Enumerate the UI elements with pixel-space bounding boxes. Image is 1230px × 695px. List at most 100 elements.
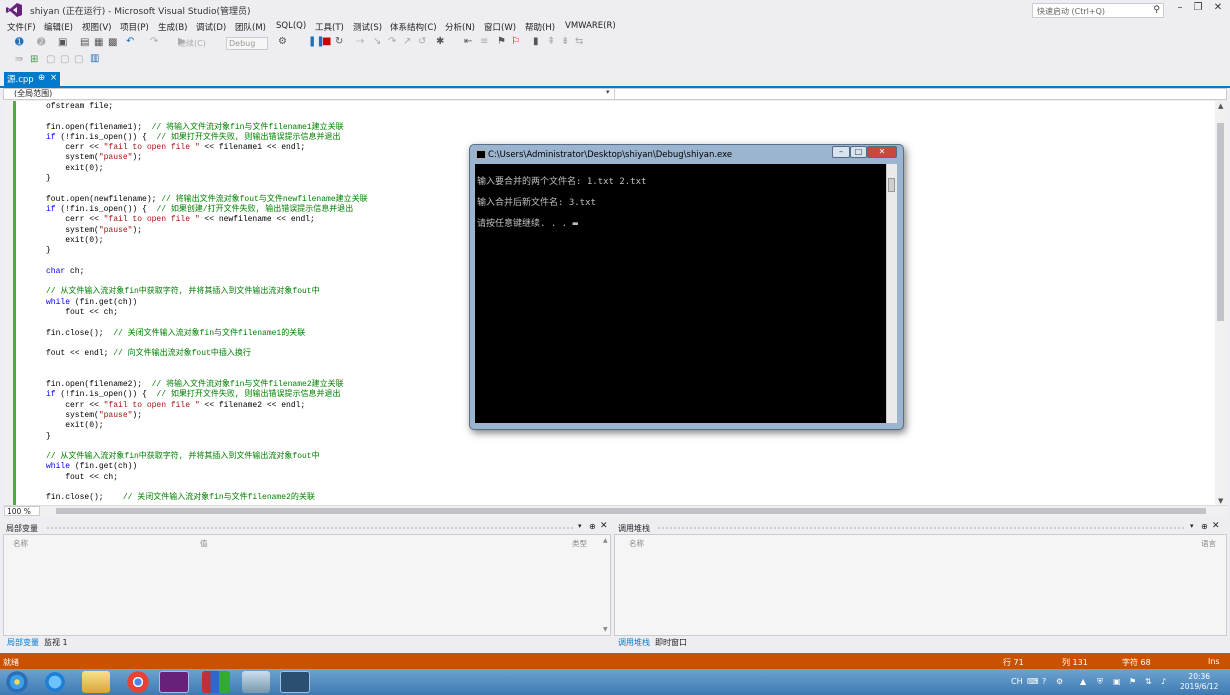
code-line[interactable]: char ch; <box>46 267 368 277</box>
callstack-dropdown-icon[interactable]: ▾ <box>1190 522 1194 530</box>
tray-settings-icon[interactable]: ⚙ <box>1056 677 1063 686</box>
locals-scroll-down-icon[interactable]: ▼ <box>603 626 608 633</box>
console-scroll-thumb[interactable] <box>888 178 895 192</box>
tab-source-cpp[interactable]: 源.cpp ⊕ × <box>4 72 60 86</box>
outline-icon[interactable]: ▢ <box>46 54 55 65</box>
outline-2-icon[interactable]: ▢ <box>60 54 69 65</box>
code-line[interactable]: fout << endl; // 向文件输出流对象fout中插入换行 <box>46 349 368 359</box>
code-line[interactable] <box>46 112 368 122</box>
code-line[interactable] <box>46 318 368 328</box>
code-line[interactable] <box>46 483 368 493</box>
security-icon[interactable]: ⛨ <box>1097 677 1103 687</box>
locals-col-type[interactable]: 类型 <box>572 538 587 549</box>
console-maximize-button[interactable]: □ <box>850 146 867 158</box>
action-center-icon[interactable]: ⚑ <box>1129 677 1136 686</box>
forward-icon[interactable]: ➋ <box>37 37 45 48</box>
code-line[interactable]: } <box>46 432 368 442</box>
chevron-down-icon[interactable]: ▾ <box>606 88 610 96</box>
clock[interactable]: 20:36 2019/6/12 <box>1180 672 1218 692</box>
menu-sql[interactable]: SQL(Q) <box>276 21 306 31</box>
menu-team[interactable]: 团队(M) <box>235 21 266 33</box>
zoom-select[interactable]: 100 % <box>4 506 40 516</box>
show-hidden-icons-icon[interactable]: ▲ <box>1080 677 1086 686</box>
code-line[interactable]: system("pause"); <box>46 226 368 236</box>
step-into-icon[interactable]: ↘ <box>373 36 381 47</box>
code-line[interactable]: fout << ch; <box>46 473 368 483</box>
maximize-button[interactable]: ❐ <box>1188 2 1208 16</box>
code-line[interactable] <box>46 442 368 452</box>
menu-window[interactable]: 窗口(W) <box>484 21 516 33</box>
editor-scroll-thumb[interactable] <box>1217 123 1224 321</box>
menu-analyze[interactable]: 分析(N) <box>445 21 475 33</box>
console-minimize-button[interactable]: – <box>832 146 850 158</box>
tab-locals[interactable]: 局部变量 <box>7 637 39 648</box>
locals-col-name[interactable]: 名称 <box>13 538 28 549</box>
minimize-button[interactable]: – <box>1170 2 1190 16</box>
code-line[interactable]: exit(0); <box>46 421 368 431</box>
bookmark-icon[interactable]: ⚑ <box>497 36 506 47</box>
code-line[interactable]: fout.open(newfilename); // 将输出文件流对象fout与… <box>46 195 368 205</box>
network-icon[interactable]: ▣ <box>1113 677 1121 686</box>
code-line[interactable]: cerr << "fail to open file " << filename… <box>46 143 368 153</box>
input-language[interactable]: CH <box>1011 677 1023 686</box>
tab-immediate-window[interactable]: 即时窗口 <box>655 637 687 648</box>
code-line[interactable] <box>46 359 368 369</box>
console-scrollbar[interactable] <box>886 164 897 423</box>
undo-icon[interactable]: ↶ <box>126 36 134 47</box>
menu-project[interactable]: 项目(P) <box>120 21 149 33</box>
locals-pin-icon[interactable]: ⊕ <box>589 522 596 531</box>
callstack-pane[interactable]: 名称 语言 <box>614 534 1227 636</box>
code-line[interactable]: exit(0); <box>46 164 368 174</box>
new-project-icon[interactable]: ▣ <box>58 37 67 48</box>
tab-call-stack[interactable]: 调用堆栈 <box>618 637 650 648</box>
step-out-icon[interactable]: ↗ <box>403 36 411 47</box>
callstack-pin-icon[interactable]: ⊕ <box>1201 522 1208 531</box>
code-line[interactable]: fin.close(); // 关闭文件输入流对象fin与文件filename1… <box>46 329 368 339</box>
code-line[interactable]: fin.open(filename1); // 将输入文件流对象fin与文件fi… <box>46 123 368 133</box>
code-line[interactable]: fin.close(); // 关闭文件输入流对象fin与文件filename2… <box>46 493 368 503</box>
columns-icon[interactable]: ▥ <box>90 53 99 64</box>
locals-scroll-up-icon[interactable]: ▲ <box>603 537 608 544</box>
code-text[interactable]: ofstream file; fin.open(filename1); // 将… <box>46 102 368 504</box>
code-line[interactable]: fin.open(filename2); // 将输入文件流对象fin与文件fi… <box>46 380 368 390</box>
code-line[interactable] <box>46 370 368 380</box>
code-line[interactable]: } <box>46 174 368 184</box>
code-line[interactable] <box>46 277 368 287</box>
code-line[interactable]: if (!fin.is_open()) { // 如果打开文件失败, 则输出错误… <box>46 390 368 400</box>
hex-icon[interactable]: ↺ <box>418 36 426 47</box>
menu-view[interactable]: 视图(V) <box>82 21 111 33</box>
toggle-bookmark-icon[interactable]: ▮ <box>533 36 539 47</box>
chrome-icon[interactable] <box>124 671 152 693</box>
help-icon[interactable]: ? <box>1042 677 1046 686</box>
code-line[interactable]: cerr << "fail to open file " << newfilen… <box>46 215 368 225</box>
code-line[interactable] <box>46 256 368 266</box>
notepad-icon[interactable] <box>242 671 270 693</box>
code-line[interactable] <box>46 184 368 194</box>
locals-col-value[interactable]: 值 <box>200 538 208 549</box>
code-line[interactable]: } <box>46 246 368 256</box>
menu-debug[interactable]: 调试(D) <box>196 21 226 33</box>
run-to-cursor-icon[interactable]: ⇛ <box>15 54 23 65</box>
menu-test[interactable]: 测试(S) <box>353 21 382 33</box>
code-line[interactable]: fout << ch; <box>46 308 368 318</box>
code-line[interactable]: exit(0); <box>46 236 368 246</box>
show-next-statement-icon[interactable]: ⇢ <box>356 36 364 47</box>
clear-bookmarks-icon[interactable]: ⇆ <box>575 36 583 47</box>
console-taskbar-icon[interactable] <box>280 671 310 693</box>
tab-close-icon[interactable]: × <box>50 73 57 83</box>
code-line[interactable]: while (fin.get(ch)) <box>46 462 368 472</box>
locals-pane[interactable]: 名称 值 类型 ▲ ▼ <box>3 534 611 636</box>
thread-icon[interactable]: ✱ <box>436 36 444 47</box>
back-icon[interactable]: ➊ <box>15 37 23 48</box>
indicator-margin[interactable] <box>3 101 13 505</box>
add-watch-icon[interactable]: ⊞ <box>30 54 38 65</box>
console-close-button[interactable]: ✕ <box>867 146 897 158</box>
code-line[interactable]: system("pause"); <box>46 411 368 421</box>
code-line[interactable] <box>46 339 368 349</box>
code-line[interactable]: system("pause"); <box>46 153 368 163</box>
scroll-up-icon[interactable]: ▲ <box>1218 102 1223 110</box>
file-explorer-icon[interactable] <box>82 671 110 693</box>
code-line[interactable]: cerr << "fail to open file " << filename… <box>46 401 368 411</box>
solution-config-select[interactable]: Debug <box>226 37 268 50</box>
close-button[interactable]: ✕ <box>1208 2 1228 16</box>
